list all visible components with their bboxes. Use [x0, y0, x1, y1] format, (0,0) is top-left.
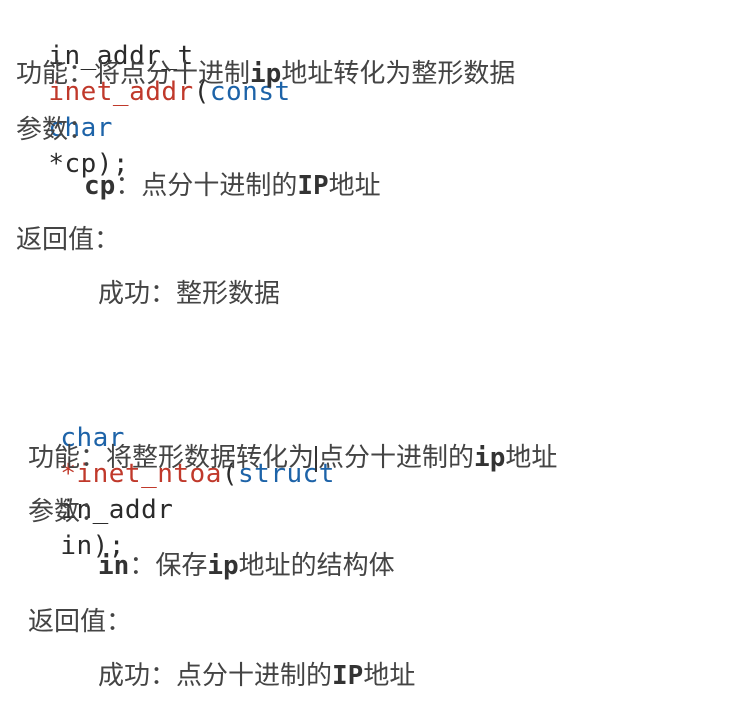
func2-function-desc-2: 点分十进制的 [318, 443, 475, 473]
func2-param-sep: ： [129, 551, 156, 581]
func2-function-label: 功能： [28, 443, 107, 473]
func2-param-desc-1: 保存 [155, 551, 208, 581]
func1-param-desc-2: 地址 [328, 171, 381, 201]
func1-param-desc-ip: IP [297, 171, 329, 201]
func1-param-sep: ： [115, 171, 142, 201]
func2-param-line: in：保存ip地址的结构体 [98, 548, 395, 584]
func1-signature: in_addr_t inet_addr(const char *cp); [16, 2, 291, 182]
func1-return-label: 返回值： [16, 225, 121, 255]
func2-success-desc-1: 点分十进制的 [176, 661, 333, 691]
func2-param-desc-2: 地址的结构体 [238, 551, 395, 581]
text-cursor-icon [315, 445, 318, 472]
func2-param-name: in [60, 531, 93, 561]
func2-success-label: 成功： [98, 661, 177, 691]
func2-success-desc-2: 地址 [363, 661, 416, 691]
func1-success-desc: 整形数据 [176, 279, 281, 309]
func1-success-label: 成功： [98, 279, 177, 309]
func1-function-desc-2: 地址转化为整形数据 [281, 59, 516, 89]
func2-success-desc-ip: IP [332, 661, 364, 691]
func2-success-line: 成功：点分十进制的IP地址 [98, 658, 415, 694]
func1-function-desc-1: 将点分十进制 [94, 59, 251, 89]
func2-return-label: 返回值： [28, 607, 133, 637]
func1-param-line: cp：点分十进制的IP地址 [84, 168, 381, 204]
func2-param-desc-ip: ip [207, 551, 239, 581]
func1-function-desc-ip: ip [250, 59, 282, 89]
func2-param-name: in [98, 551, 130, 581]
func2-function-desc-ip: ip [474, 443, 506, 473]
func2-function-line: 功能：将整形数据转化为 点分十进制的ip地址 [28, 440, 557, 476]
func1-function-label: 功能： [16, 59, 95, 89]
func2-function-desc-1: 将整形数据转化为 [106, 443, 315, 473]
func2-params-label: 参数： [28, 497, 107, 527]
func1-params-label: 参数： [16, 115, 95, 145]
func1-function-line: 功能：将点分十进制ip地址转化为整形数据 [16, 56, 515, 92]
func1-param-name: cp [84, 171, 116, 201]
func1-success-line: 成功：整形数据 [98, 276, 280, 312]
func2-function-desc-3: 地址 [505, 443, 558, 473]
func1-param-desc-1: 点分十进制的 [141, 171, 298, 201]
